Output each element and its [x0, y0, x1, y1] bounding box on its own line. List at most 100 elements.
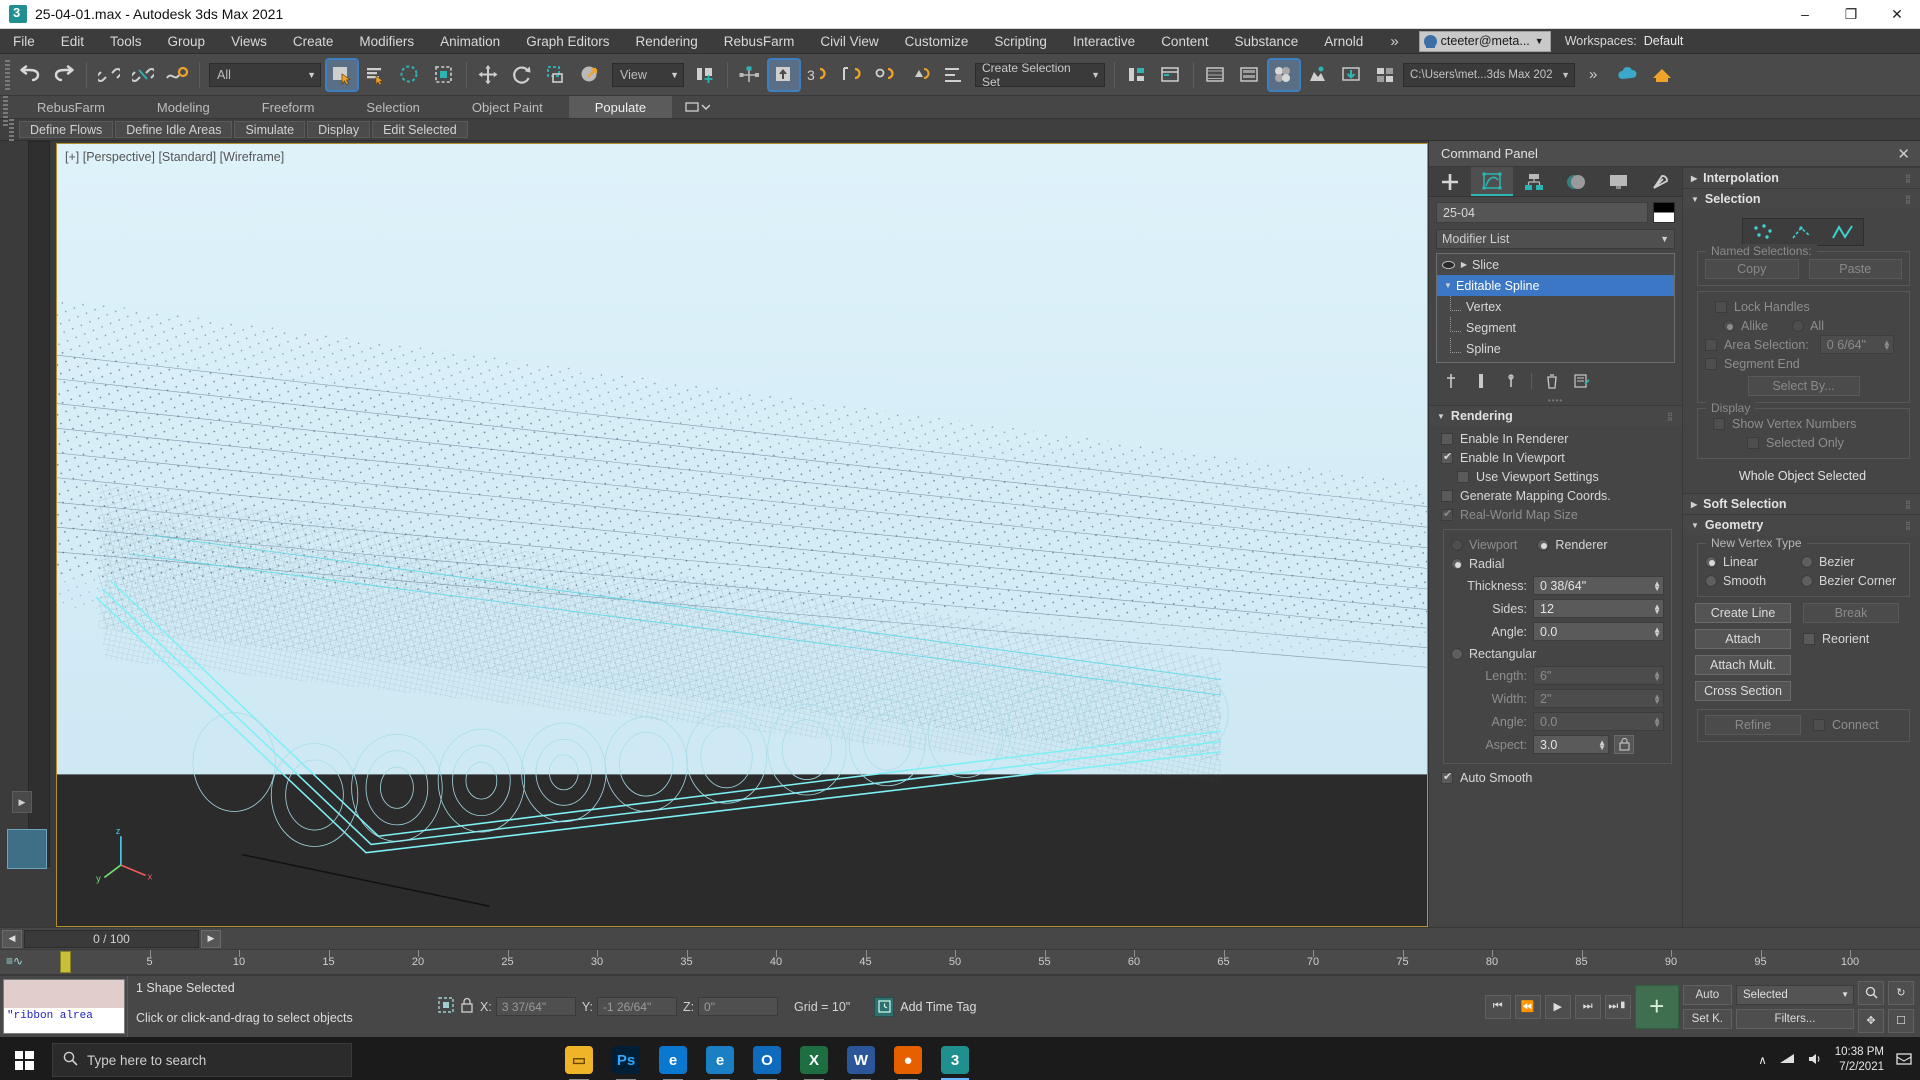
maximize-button[interactable]: ❐	[1828, 0, 1874, 29]
render-frame-window-icon[interactable]	[1335, 58, 1369, 92]
expand-panel-button[interactable]: ▶	[12, 791, 32, 813]
named-selection-set-combo[interactable]: Create Selection Set ▼	[975, 63, 1105, 87]
bind-to-space-warp-icon[interactable]	[160, 58, 194, 92]
taskbar-app-3ds-max[interactable]: 3	[933, 1038, 977, 1080]
modifier-list-combo[interactable]: Modifier List ▼	[1436, 229, 1675, 249]
left-vertical-toolbar[interactable]	[28, 141, 50, 867]
taskbar-app-outlook[interactable]: O	[745, 1038, 789, 1080]
filters-button[interactable]: Filters...	[1736, 1009, 1854, 1029]
refine-button[interactable]: Refine	[1705, 715, 1801, 735]
object-name-field[interactable]: 25-04	[1436, 202, 1648, 223]
auto-key-button[interactable]: Auto	[1683, 985, 1732, 1005]
start-button[interactable]	[0, 1037, 48, 1080]
add-time-tag-button[interactable]: Add Time Tag	[874, 997, 976, 1017]
enable-in-renderer-checkbox[interactable]	[1441, 433, 1453, 445]
key-filter-combo[interactable]: Selected ▼	[1736, 985, 1854, 1005]
current-frame-field[interactable]: 0 / 100	[24, 930, 199, 948]
taskbar-app-excel[interactable]: X	[792, 1038, 836, 1080]
select-by-button[interactable]: Select By...	[1748, 376, 1860, 396]
next-frame-button[interactable]: ⏭	[1575, 995, 1601, 1019]
lock-selection-icon[interactable]	[460, 997, 474, 1017]
sub-object-segment[interactable]: Segment	[1437, 317, 1674, 338]
sub-object-spline[interactable]: Spline	[1437, 338, 1674, 359]
modify-tab[interactable]	[1471, 167, 1513, 196]
motion-tab[interactable]	[1556, 167, 1598, 196]
enable-in-renderer-row[interactable]: Enable In Renderer	[1441, 429, 1672, 448]
menu-graph-editors[interactable]: Graph Editors	[513, 29, 622, 54]
project-path-combo[interactable]: C:\Users\met...3ds Max 202 ▼	[1403, 63, 1575, 87]
menu-views[interactable]: Views	[218, 29, 280, 54]
y-coordinate-field[interactable]: Y: -1 26/64"	[582, 997, 677, 1016]
ribbon-tab-freeform[interactable]: Freeform	[236, 96, 341, 118]
select-and-rotate-icon[interactable]	[506, 58, 540, 92]
rectangular-radio[interactable]	[1451, 648, 1463, 660]
render-setup-icon[interactable]	[1301, 58, 1335, 92]
tray-expand-icon[interactable]: ∧	[1758, 1053, 1766, 1067]
reorient-row[interactable]: Reorient	[1803, 630, 1869, 649]
taskbar-search-box[interactable]: Type here to search	[52, 1043, 352, 1077]
modifier-stack-item-editable-spline[interactable]: ▼ Editable Spline	[1437, 275, 1674, 296]
bezier-radio[interactable]	[1801, 556, 1813, 568]
thickness-row[interactable]: Thickness: 0 38/64" ▲▼	[1451, 575, 1664, 596]
edit-selected-button[interactable]: Edit Selected	[372, 121, 468, 138]
select-and-link-icon[interactable]	[92, 58, 126, 92]
set-keys-button[interactable]: +	[1635, 985, 1679, 1029]
select-by-name-icon[interactable]	[359, 58, 393, 92]
remove-modifier-icon[interactable]	[1542, 371, 1562, 391]
notifications-icon[interactable]	[1896, 1052, 1912, 1069]
use-pivot-point-center-icon[interactable]	[688, 58, 722, 92]
modifier-stack[interactable]: ▶ Slice ▼ Editable Spline Vertex Segment	[1436, 253, 1675, 363]
pan-icon[interactable]: ✥	[1858, 1009, 1884, 1033]
cross-section-button[interactable]: Cross Section	[1695, 681, 1791, 701]
angle-spinner[interactable]: 0.0 ▲▼	[1533, 622, 1664, 641]
x-value[interactable]: 3 37/64"	[496, 997, 576, 1016]
create-line-button[interactable]: Create Line	[1695, 603, 1791, 623]
lock-aspect-icon[interactable]	[1614, 735, 1634, 754]
auto-smooth-row[interactable]: Auto Smooth	[1441, 768, 1672, 787]
viewport-label[interactable]: [+] [Perspective] [Standard] [Wireframe]	[65, 150, 284, 164]
auto-smooth-checkbox[interactable]	[1441, 772, 1453, 784]
bezier-radio-row[interactable]: Bezier	[1801, 552, 1854, 571]
snaps-toggle-icon[interactable]	[733, 58, 767, 92]
schematic-view-icon[interactable]	[1233, 58, 1267, 92]
thickness-spinner[interactable]: 0 38/64" ▲▼	[1533, 576, 1664, 595]
select-and-scale-icon[interactable]	[540, 58, 574, 92]
selection-rollout-header[interactable]: ▼ Selection ⣿	[1683, 189, 1920, 209]
radial-radio[interactable]	[1451, 558, 1463, 570]
minimize-button[interactable]: –	[1782, 0, 1828, 29]
unlink-selection-icon[interactable]	[126, 58, 160, 92]
interpolation-rollout-header[interactable]: ▶ Interpolation ⣿	[1683, 168, 1920, 188]
next-frame-button[interactable]: ▶	[201, 930, 221, 948]
spinner-arrows-icon[interactable]: ▲▼	[1594, 740, 1606, 750]
reference-coordinate-combo[interactable]: View ▼	[612, 63, 684, 87]
expand-icon[interactable]: ▶	[1456, 260, 1472, 269]
segment-sub-object-icon[interactable]	[1784, 219, 1822, 245]
go-to-start-button[interactable]: ⏮	[1485, 995, 1511, 1019]
paste-button[interactable]: Paste	[1809, 259, 1903, 279]
display-button[interactable]: Display	[307, 121, 370, 138]
menu-animation[interactable]: Animation	[427, 29, 513, 54]
render-production-icon[interactable]	[1369, 58, 1403, 92]
bezier-corner-radio-row[interactable]: Bezier Corner	[1801, 571, 1896, 590]
redo-icon[interactable]	[47, 58, 81, 92]
menu-scripting[interactable]: Scripting	[981, 29, 1060, 54]
zoom-icon[interactable]	[1858, 981, 1884, 1005]
maximize-viewport-icon[interactable]: ☐	[1888, 1009, 1914, 1033]
viewport-navigation-cube[interactable]	[7, 829, 47, 869]
taskbar-app-firefox[interactable]: ●	[886, 1038, 930, 1080]
menu-modifiers[interactable]: Modifiers	[346, 29, 427, 54]
selection-filter-combo[interactable]: All ▼	[209, 63, 321, 87]
spinner-snap-icon[interactable]	[835, 58, 869, 92]
configure-modifier-sets-icon[interactable]	[1572, 371, 1592, 391]
taskbar-app-file-explorer[interactable]: ▭	[557, 1038, 601, 1080]
menu-interactive[interactable]: Interactive	[1060, 29, 1148, 54]
sides-spinner[interactable]: 12 ▲▼	[1533, 599, 1664, 618]
menu-rebusfarm[interactable]: RebusFarm	[711, 29, 808, 54]
account-button[interactable]: cteeter@meta... ▼	[1419, 31, 1551, 52]
simulate-button[interactable]: Simulate	[234, 121, 305, 138]
aspect-spinner[interactable]: 3.0 ▲▼	[1533, 735, 1609, 754]
taskbar-app-internet-explorer[interactable]: e	[698, 1038, 742, 1080]
use-viewport-settings-row[interactable]: Use Viewport Settings	[1441, 467, 1672, 486]
y-value[interactable]: -1 26/64"	[597, 997, 677, 1016]
edit-named-selection-icon[interactable]	[869, 58, 903, 92]
